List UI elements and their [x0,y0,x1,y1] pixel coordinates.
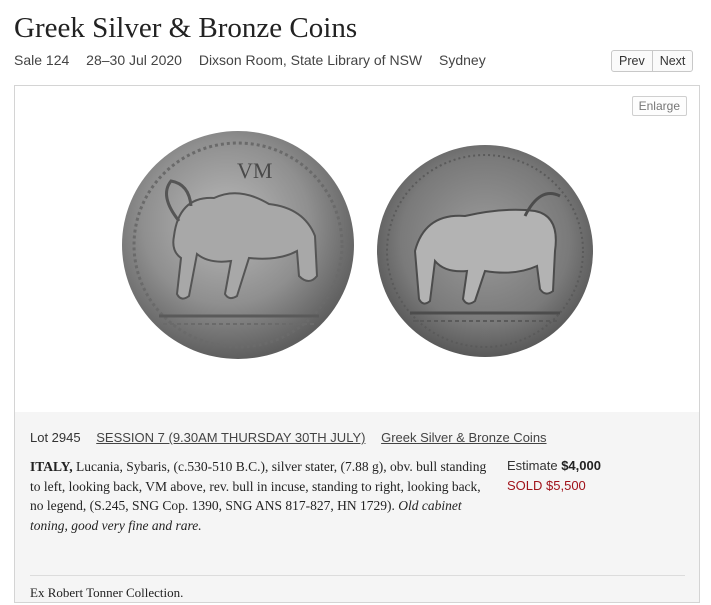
coin-reverse-image[interactable] [375,141,595,361]
coin-image-panel: Enlarge VM [15,86,699,413]
lot-header: Lot 2945 SESSION 7 (9.30AM THURSDAY 30TH… [30,430,547,445]
enlarge-button[interactable]: Enlarge [631,96,687,116]
lot-pager: Prev Next [611,50,694,72]
provenance: Ex Robert Tonner Collection. [30,585,184,600]
lot-info-panel: Lot 2945 SESSION 7 (9.30AM THURSDAY 30TH… [15,412,699,602]
estimate-label: Estimate [507,458,558,473]
next-button[interactable]: Next [653,51,693,71]
sale-meta: Sale 124 28–30 Jul 2020 Dixson Room, Sta… [14,52,499,68]
lot-card: Enlarge VM Lot 2945 SESSION 7 (9.30AM TH… [14,85,700,603]
coin-obverse-image[interactable]: VM [119,126,357,364]
divider [30,575,685,576]
desc-country: ITALY, [30,459,73,474]
sale-dates: 28–30 Jul 2020 [86,52,182,68]
lot-description: ITALY, Lucania, Sybaris, (c.530-510 B.C.… [30,457,490,535]
lot-number: Lot 2945 [30,430,81,445]
sold-price: SOLD $5,500 [507,478,586,493]
session-link[interactable]: SESSION 7 (9.30AM THURSDAY 30TH JULY) [96,430,365,445]
sale-number: Sale 124 [14,52,70,68]
sale-city: Sydney [439,52,486,68]
estimate-value: $4,000 [561,458,601,473]
prev-button[interactable]: Prev [612,51,653,71]
page-title: Greek Silver & Bronze Coins [14,12,358,44]
estimate: Estimate $4,000 [507,458,601,473]
coin-legend: VM [237,158,272,183]
sale-venue: Dixson Room, State Library of NSW [198,52,423,68]
category-link[interactable]: Greek Silver & Bronze Coins [381,430,546,445]
